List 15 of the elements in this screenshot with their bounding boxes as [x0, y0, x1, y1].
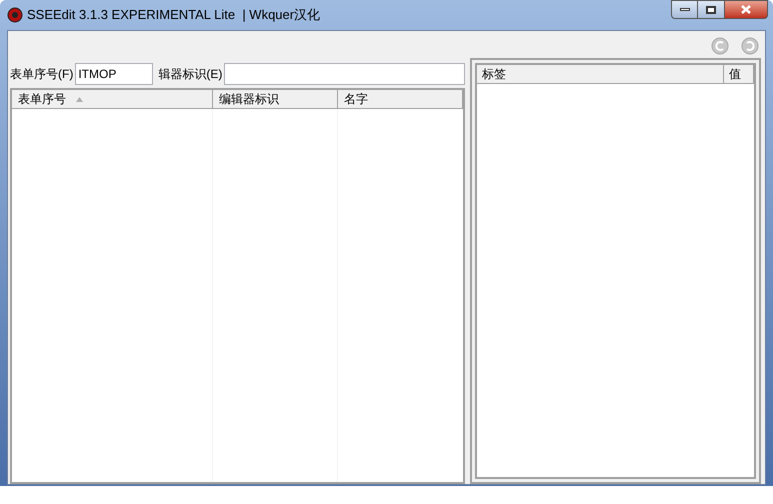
maximize-button[interactable]	[698, 0, 724, 19]
column-header[interactable]: 名字	[338, 90, 463, 108]
column-header[interactable]: 表单序号	[12, 90, 213, 108]
column-header[interactable]: 值	[724, 65, 754, 83]
close-icon	[741, 5, 751, 14]
column-header[interactable]: 标签	[477, 65, 724, 83]
field-label: 表单序号(F)	[10, 66, 74, 82]
input-field[interactable]	[224, 62, 465, 84]
window-title: SSEEdit 3.1.3 EXPERIMENTAL Lite | Wkquer汉化	[27, 6, 320, 24]
field-label: 辑器标识(E)	[158, 66, 222, 82]
input-field[interactable]: ITMOP	[75, 62, 154, 84]
close-button[interactable]	[724, 0, 768, 19]
minimize-button[interactable]	[671, 0, 698, 19]
column-header[interactable]: 编辑器标识	[213, 90, 338, 108]
app-icon	[7, 7, 23, 23]
